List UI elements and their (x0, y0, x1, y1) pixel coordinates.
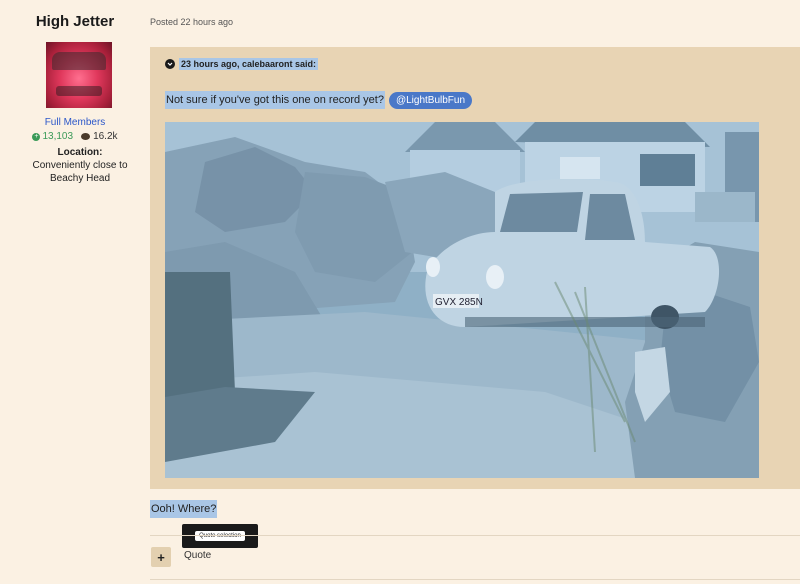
reputation-icon: + (32, 132, 41, 141)
quote-header-text: 23 hours ago, calebaaront said: (179, 58, 319, 70)
author-panel: High Jetter Full Members + 13,103 16.2k … (0, 0, 150, 584)
avatar[interactable] (46, 42, 112, 108)
post-timestamp[interactable]: Posted 22 hours ago (150, 17, 233, 27)
post-count-value: 16.2k (93, 131, 118, 142)
location-value: Conveniently close to Beachy Head (32, 160, 128, 184)
divider (150, 535, 800, 536)
quote-text: Not sure if you've got this one on recor… (165, 91, 385, 109)
quoted-photo[interactable]: GVX 285N (165, 122, 759, 478)
author-name[interactable]: High Jetter (0, 13, 150, 30)
author-stats: + 13,103 16.2k (0, 131, 150, 142)
multiquote-plus-button[interactable]: + (151, 547, 171, 567)
quote-selection-popup: Quote selection (182, 524, 258, 548)
post-count: 16.2k (81, 131, 118, 142)
divider-bottom (150, 579, 800, 580)
reputation-count: + 13,103 (32, 131, 73, 142)
chevron-down-icon[interactable] (165, 59, 175, 69)
reputation-value: 13,103 (42, 131, 74, 142)
reply-text: Ooh! Where? (150, 500, 218, 518)
location-label: Location: (57, 147, 103, 158)
author-location: Location: Conveniently close to Beachy H… (28, 146, 132, 185)
mention-link[interactable]: @LightBulbFun (388, 91, 473, 109)
licence-plate: GVX 285N (435, 297, 483, 308)
quote-selection-button[interactable]: Quote selection (195, 531, 245, 541)
quote-header[interactable]: 23 hours ago, calebaaront said: (165, 57, 319, 71)
quote-button[interactable]: Quote (184, 550, 211, 561)
chat-bubble-icon (81, 133, 91, 140)
quote-block: 23 hours ago, calebaaront said: Not sure… (150, 47, 800, 489)
quote-body: Not sure if you've got this one on recor… (165, 90, 473, 110)
member-group-link[interactable]: Full Members (0, 117, 150, 128)
reply-body: Ooh! Where? (150, 500, 218, 518)
